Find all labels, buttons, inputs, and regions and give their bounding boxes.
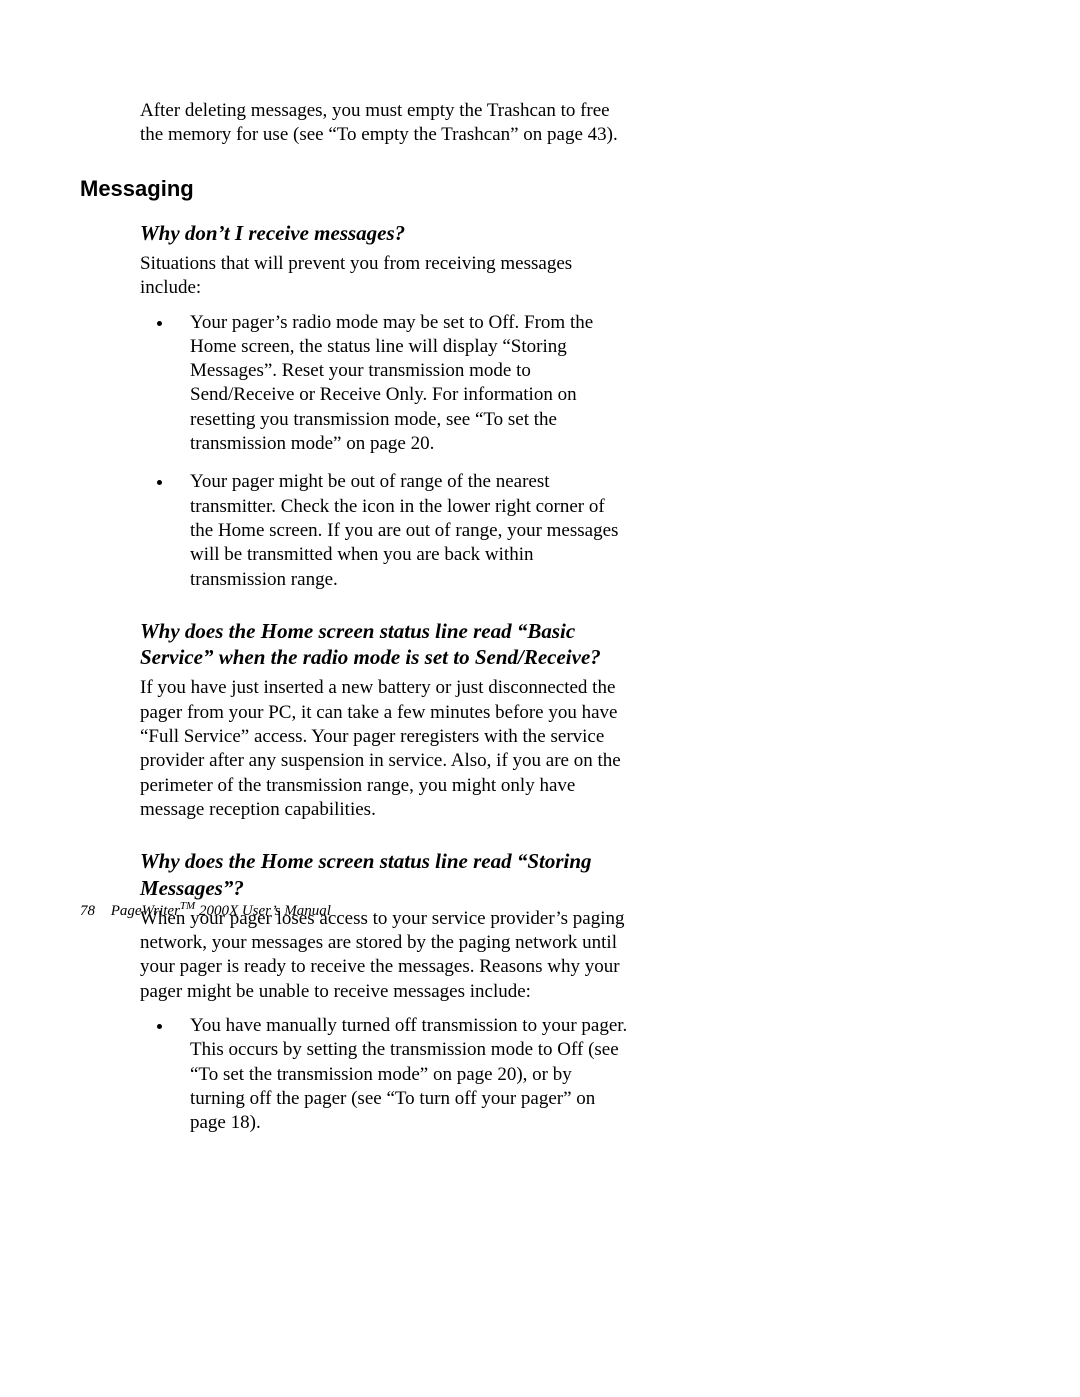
list-item: You have manually turned off transmissio… [174,1014,630,1136]
answer-1: Situations that will prevent you from re… [140,252,630,301]
qa-block-3: Why does the Home screen status line rea… [140,848,630,1135]
answer-3: When your pager loses access to your ser… [140,907,630,1004]
intro-paragraph: After deleting messages, you must empty … [140,99,630,148]
footer-product-prefix: PageWriter [111,903,180,919]
page-footer: 78 PageWriterTM 2000X User’s Manual [80,900,331,920]
trademark-symbol: TM [180,900,195,912]
page-number: 78 [80,903,95,919]
question-1: Why don’t I receive messages? [140,220,630,246]
section-heading-messaging: Messaging [80,176,980,202]
answer-2: If you have just inserted a new battery … [140,676,630,822]
bullet-list-1: Your pager’s radio mode may be set to Of… [140,311,630,592]
question-2: Why does the Home screen status line rea… [140,618,630,671]
qa-block-1: Why don’t I receive messages? Situations… [140,220,630,592]
bullet-list-3: You have manually turned off transmissio… [140,1014,630,1136]
question-3: Why does the Home screen status line rea… [140,848,630,901]
list-item: Your pager might be out of range of the … [174,470,630,592]
footer-product-suffix: 2000X User’s Manual [195,903,331,919]
qa-block-2: Why does the Home screen status line rea… [140,618,630,822]
list-item: Your pager’s radio mode may be set to Of… [174,311,630,457]
document-page: After deleting messages, you must empty … [0,0,1080,1397]
